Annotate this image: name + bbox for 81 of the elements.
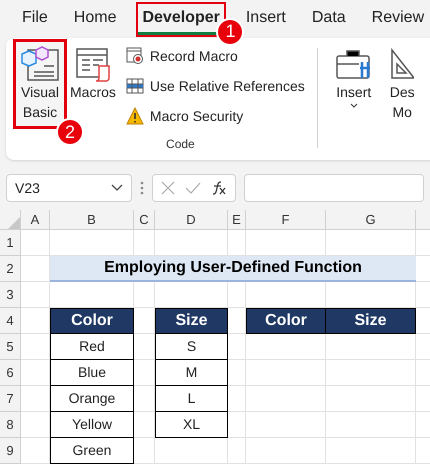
ribbon-tab[interactable]: Review [368,4,428,34]
grid-cell[interactable] [228,360,246,386]
grid-cell[interactable] [246,386,326,412]
column-header[interactable]: A [21,210,50,230]
grid-cell[interactable] [228,282,246,308]
table-header-cell: Color [50,308,134,334]
grid-cell[interactable] [326,360,416,386]
grid-cell[interactable] [228,438,246,464]
grid-cell[interactable] [326,412,416,438]
column-header[interactable]: D [155,210,228,230]
table-cell: Orange [50,386,134,412]
grid-cell[interactable] [228,386,246,412]
step-number-badge: 1 [216,18,244,46]
column-header[interactable]: C [134,210,155,230]
ribbon-button[interactable]: Visual Basic [16,42,64,126]
table-cell: S [155,334,228,360]
ribbon-button[interactable]: Use Relative References [126,73,305,99]
title-cell: Employing User-Defined Function [50,256,416,282]
group-label: Code [165,136,195,153]
ribbon-button[interactable]: Record Macro [126,43,305,69]
row-header[interactable]: 4 [0,308,21,334]
drag-handle-icon [140,181,144,195]
column-header[interactable]: E [228,210,246,230]
grid-cell[interactable] [326,334,416,360]
ribbon-button[interactable]: Macros [66,42,120,106]
table-cell: XL [155,412,228,438]
function-icon[interactable] [211,180,227,196]
row-header[interactable]: 2 [0,256,21,282]
ribbon-tab[interactable]: Data [308,4,350,34]
formula-input-field[interactable] [244,174,424,202]
ribbon-button[interactable]: Insert [330,42,378,114]
grid-cell[interactable] [228,334,246,360]
table-cell: Green [50,438,134,464]
ribbon-tab[interactable]: Home [70,4,120,34]
grid-cell[interactable] [326,438,416,464]
ribbon-tab[interactable]: Developer [138,4,224,34]
table-cell: Yellow [50,412,134,438]
name-box[interactable]: V23 [6,174,132,202]
row-header[interactable]: 7 [0,386,21,412]
row-header[interactable]: 6 [0,360,21,386]
grid-cell[interactable] [246,438,326,464]
ribbon-button[interactable]: Des Mo [386,42,419,126]
chevron-down-icon [111,184,123,192]
triangle-ruler-icon [390,46,414,82]
column-header[interactable]: G [326,210,416,230]
row-header[interactable]: 5 [0,334,21,360]
grid-cell[interactable] [21,230,50,256]
table-header-cell: Color [246,308,326,334]
row-header[interactable]: 3 [0,282,21,308]
step-number-badge: 2 [56,118,84,146]
grid-cell[interactable] [326,386,416,412]
grid-cell[interactable] [134,282,155,308]
column-header[interactable] [416,210,430,230]
row-header[interactable]: 8 [0,412,21,438]
code-window-icon [20,46,60,82]
ribbon-tab[interactable]: File [18,4,52,34]
caret-icon [348,102,359,110]
column-header[interactable]: F [246,210,326,230]
column-header[interactable]: B [50,210,134,230]
grid-cell[interactable] [246,334,326,360]
row-header[interactable]: 1 [0,230,21,256]
check-icon[interactable] [185,182,201,194]
grid-cell[interactable] [246,412,326,438]
ribbon-button[interactable]: Macro Security [126,103,305,129]
grid-icon [126,77,144,95]
table-cell: Blue [50,360,134,386]
row-header[interactable]: 9 [0,438,21,464]
grid-cell[interactable] [246,360,326,386]
grid-cell[interactable] [21,282,50,308]
table-header-cell: Size [326,308,416,334]
record-macro-icon [126,47,144,65]
ribbon-tab[interactable]: Insert [242,4,290,34]
warning-icon [126,107,144,125]
cancel-icon[interactable] [161,181,175,195]
grid-cell[interactable] [155,438,228,464]
table-cell: L [155,386,228,412]
table-header-cell: Size [155,308,228,334]
grid-cell[interactable] [134,438,155,464]
table-cell: Red [50,334,134,360]
table-cell: M [155,360,228,386]
grid-cell[interactable] [228,412,246,438]
